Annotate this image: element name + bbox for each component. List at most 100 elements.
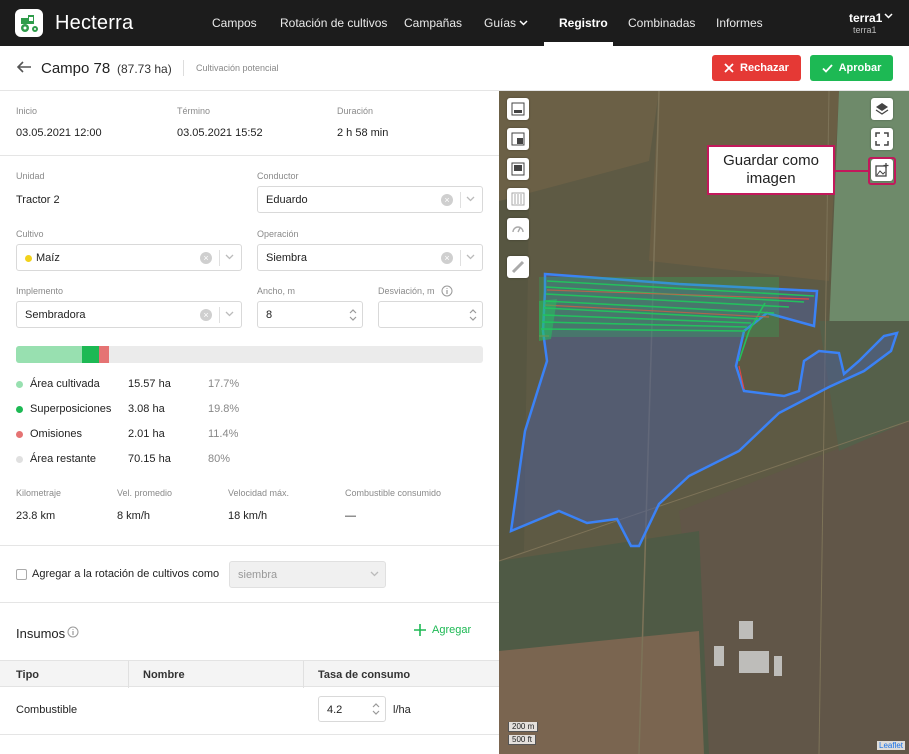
rate-unit: l/ha <box>393 704 411 716</box>
tractor-logo-icon[interactable] <box>15 9 43 37</box>
deviation-label: Desviación, m <box>378 286 435 296</box>
crop-select[interactable]: Maíz × <box>16 244 242 271</box>
ruler-icon[interactable] <box>507 256 529 278</box>
rotation-select-value: siembra <box>238 569 278 581</box>
brand-name: Hecterra <box>55 12 134 34</box>
avg-speed-label: Vel. promedio <box>117 488 173 498</box>
avg-speed-value: 8 km/h <box>117 510 151 522</box>
operation-select[interactable]: Siembra × <box>257 244 483 271</box>
legend-pct: 17.7% <box>208 378 240 390</box>
stepper-arrows-icon[interactable] <box>372 702 380 716</box>
divider <box>303 661 304 688</box>
fuel-label: Combustible consumido <box>345 488 442 498</box>
reject-button[interactable]: Rechazar <box>712 55 801 81</box>
coverage-bar <box>16 346 483 363</box>
crop-color-dot <box>25 255 32 262</box>
divider <box>0 155 499 156</box>
clear-icon[interactable]: × <box>441 252 453 264</box>
pip-glyph <box>511 132 525 146</box>
divider <box>219 307 220 323</box>
reject-label: Rechazar <box>740 62 789 74</box>
satellite-imagery <box>499 91 909 754</box>
driver-select[interactable]: Eduardo × <box>257 186 483 213</box>
fill-glyph <box>511 162 525 176</box>
stepper-arrows-icon[interactable] <box>469 308 477 322</box>
picture-in-picture-icon[interactable] <box>507 128 529 150</box>
chevron-down-icon[interactable] <box>466 254 475 260</box>
crop-label: Cultivo <box>16 229 44 239</box>
chevron-down-icon[interactable] <box>225 311 234 317</box>
coverage-cultivated-segment <box>16 346 82 363</box>
width-label: Ancho, m <box>257 286 296 296</box>
save-image-callout: Guardar como imagen <box>707 145 835 195</box>
inputs-title: Insumos <box>16 626 66 641</box>
legend-pct: 11.4% <box>208 428 239 440</box>
info-icon[interactable] <box>441 285 453 297</box>
legend-ha: 2.01 ha <box>128 428 165 440</box>
rotation-checkbox-label[interactable]: Agregar a la rotación de cultivos como <box>32 568 219 580</box>
implement-select[interactable]: Sembradora × <box>16 301 242 328</box>
chevron-down-icon[interactable] <box>466 196 475 202</box>
layers-glyph <box>875 103 889 115</box>
user-menu-chevron-icon[interactable] <box>884 13 893 19</box>
record-header: Campo 78 (87.73 ha) Cultivación potencia… <box>0 46 909 91</box>
field-map[interactable]: Guardar como imagen 200 m 500 ft Leaflet <box>499 91 909 754</box>
approve-button[interactable]: Aprobar <box>810 55 893 81</box>
nav-campanas[interactable]: Campañas <box>404 16 462 30</box>
user-subtitle: terra1 <box>853 25 877 35</box>
column-header-name: Nombre <box>143 669 185 681</box>
info-icon[interactable] <box>67 626 79 638</box>
chevron-down-icon[interactable] <box>225 254 234 260</box>
approve-label: Aprobar <box>838 62 882 74</box>
legend-name: Área restante <box>30 453 97 465</box>
add-input-label: Agregar <box>432 624 472 636</box>
back-arrow-icon[interactable] <box>16 59 32 75</box>
operation-value: Siembra <box>266 252 307 264</box>
rotation-select[interactable]: siembra <box>229 561 386 588</box>
record-details-panel: Inicio 03.05.2021 12:00 Término 03.05.20… <box>0 91 499 754</box>
speedometer-icon[interactable] <box>507 218 529 240</box>
rate-stepper[interactable]: 4.2 <box>318 696 386 722</box>
track-lines-icon[interactable] <box>507 188 529 210</box>
nav-combinadas[interactable]: Combinadas <box>628 16 695 30</box>
legend-name: Área cultivada <box>30 378 100 390</box>
divider <box>0 602 499 603</box>
legend-dot <box>16 456 23 463</box>
rotation-checkbox[interactable] <box>16 569 27 580</box>
map-attribution[interactable]: Leaflet <box>877 741 906 750</box>
implement-value: Sembradora <box>25 309 86 321</box>
nav-guias[interactable]: Guías <box>484 16 516 30</box>
legend-row-omissions: Omisiones 2.01 ha 11.4% <box>16 428 316 442</box>
coverage-omission-segment <box>99 346 109 363</box>
legend-dot <box>16 406 23 413</box>
crop-value: Maíz <box>36 252 60 264</box>
nav-campos[interactable]: Campos <box>212 16 257 30</box>
nav-rotacion[interactable]: Rotación de cultivos <box>280 16 387 30</box>
layers-icon[interactable] <box>871 98 893 120</box>
deviation-stepper[interactable] <box>378 301 483 328</box>
speedometer-glyph <box>512 226 524 233</box>
stepper-arrows-icon[interactable] <box>349 308 357 322</box>
end-value: 03.05.2021 15:52 <box>177 127 263 139</box>
add-input-button[interactable]: Agregar <box>414 624 471 636</box>
duration-value: 2 h 58 min <box>337 127 389 139</box>
clear-icon[interactable]: × <box>441 194 453 206</box>
max-speed-value: 18 km/h <box>228 510 268 522</box>
start-value: 03.05.2021 12:00 <box>16 127 102 139</box>
field-subtitle: Cultivación potencial <box>196 63 279 73</box>
check-icon <box>821 63 833 73</box>
fullscreen-icon[interactable] <box>871 128 893 150</box>
field-area: (87.73 ha) <box>117 62 172 76</box>
user-name[interactable]: terra1 <box>849 11 882 25</box>
legend-pct: 80% <box>208 453 231 465</box>
fuel-value: — <box>345 510 356 522</box>
nav-registro[interactable]: Registro <box>559 16 608 30</box>
fill-view-icon[interactable] <box>507 158 529 180</box>
implement-label: Implemento <box>16 286 64 296</box>
nav-informes[interactable]: Informes <box>716 16 763 30</box>
divider <box>460 250 461 266</box>
clear-icon[interactable]: × <box>200 252 212 264</box>
clear-icon[interactable]: × <box>200 309 212 321</box>
image-layer-icon[interactable] <box>507 98 529 120</box>
width-stepper[interactable]: 8 <box>257 301 363 328</box>
